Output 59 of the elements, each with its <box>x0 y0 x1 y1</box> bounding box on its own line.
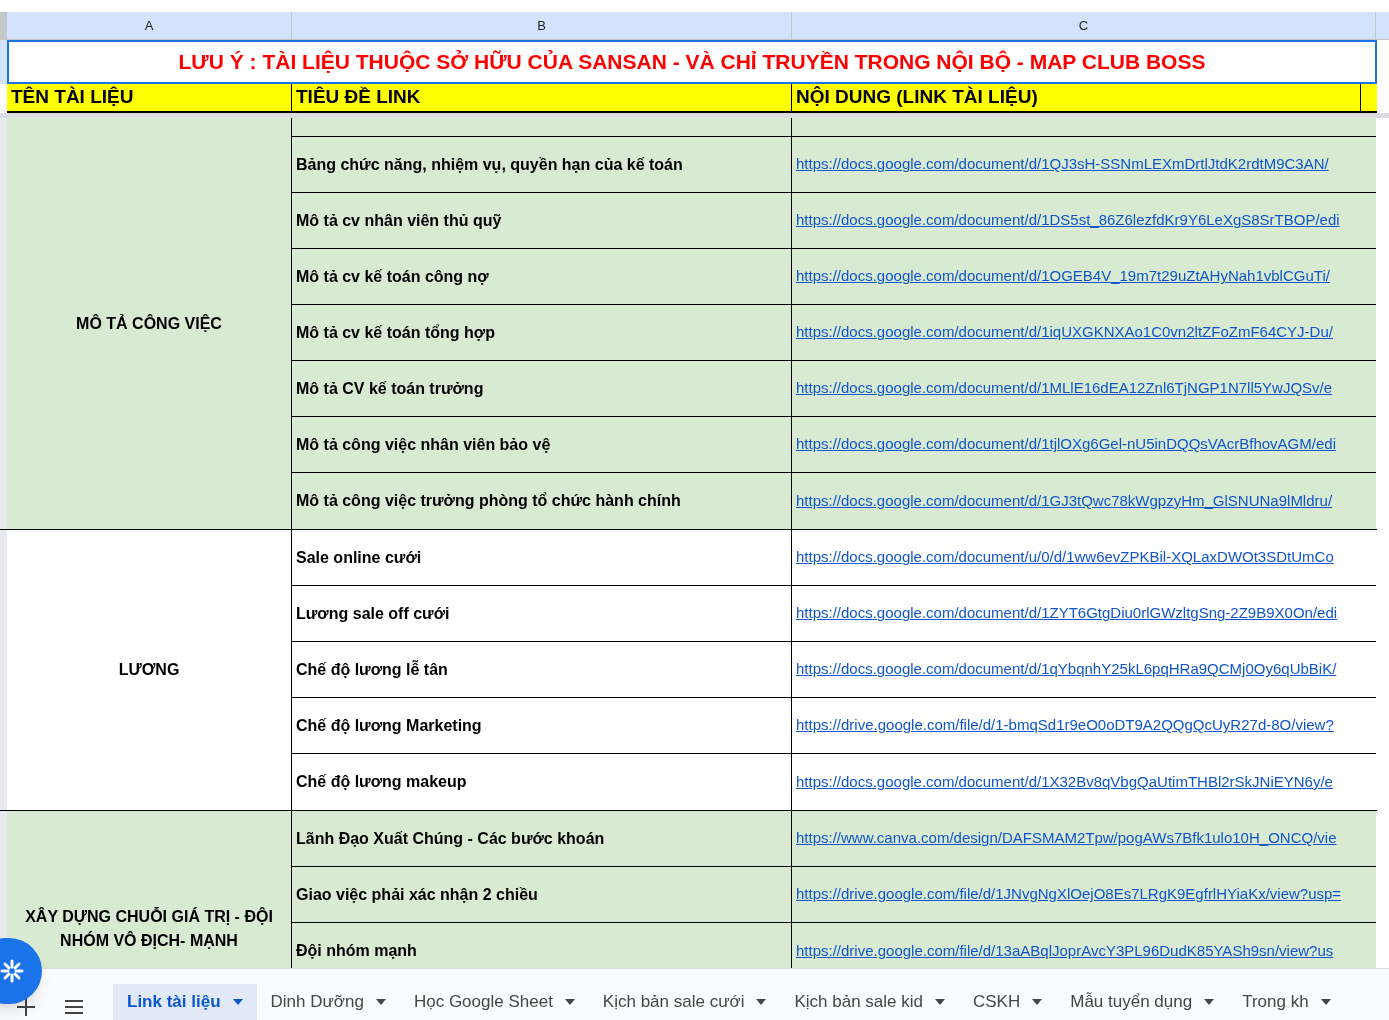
table-header: TÊN TÀI LIỆU <box>7 84 292 111</box>
document-title: Chế độ lương makeup <box>296 772 467 792</box>
dropdown-caret-icon <box>232 999 243 1005</box>
document-link[interactable]: https://drive.google.com/file/d/1JNvgNgXlOejO8Es7LRgK9EgfrlHYiaKx/view?usp= <box>796 883 1342 906</box>
dropdown-caret-icon <box>1032 999 1043 1005</box>
dropdown-caret-icon <box>1320 999 1331 1005</box>
document-link[interactable]: https://docs.google.com/document/d/1OGEB4V_19m7t29uZtAHyNah1vblCGuTi/ <box>796 265 1330 288</box>
dropdown-caret-icon <box>1204 999 1215 1005</box>
document-title: Mô tả công việc trưởng phòng tổ chức hành chính <box>296 491 681 511</box>
document-link[interactable]: https://docs.google.com/document/d/1GJ3tQwc78kWgpzyHm_GlSNUNa9lMldru/ <box>796 489 1333 513</box>
document-title: Mô tả công việc nhân viên bảo vệ <box>296 434 551 455</box>
document-link[interactable]: https://docs.google.com/document/d/1X32Bv8qVbgQaUtimTHBl2rSkJNiEYN6y/e <box>796 770 1333 794</box>
column-header[interactable]: A <box>144 15 154 36</box>
menu-icon[interactable] <box>65 1000 83 1014</box>
document-title: Sale online cưới <box>296 547 422 568</box>
add-sheet-icon[interactable] <box>17 998 35 1016</box>
sheet-tab[interactable]: Kịch bản sale kid <box>780 984 959 1020</box>
document-link[interactable]: https://drive.google.com/file/d/13aABqlJoprAvcY3PL96DudK85YASh9sn/view?us <box>796 939 1334 963</box>
document-title: Mô tả cv nhân viên thủ quỹ <box>296 210 502 231</box>
document-title: Mô tả CV kế toán trưởng <box>296 378 484 399</box>
document-link[interactable]: https://docs.google.com/document/d/1tjlOXg6Gel-nU5inDQQsVAcrBfhovAGM/edi <box>796 433 1336 456</box>
dropdown-caret-icon <box>564 999 575 1005</box>
category-label: XÂY DỰNG CHUỖI GIÁ TRỊ - ĐỘI NHÓM VÔ ĐỊCH- MẠNH <box>24 906 274 951</box>
document-link[interactable]: https://docs.google.com/document/d/1QJ3sH-SSNmLEXmDrtlJtdK2rdtM9C3AN/ <box>796 153 1329 176</box>
document-title: Chế độ lương Marketing <box>296 715 482 736</box>
document-link[interactable]: https://docs.google.com/document/d/1qYbqnhY25kL6pqHRa9QCMj0Oy6qUbBiK/ <box>796 658 1337 681</box>
sheet-tab[interactable]: CSKH <box>959 984 1057 1020</box>
document-link[interactable]: https://www.canva.com/design/DAFSMAM2Tpw/pogAWs7Bfk1ulo10H_ONCQ/vie <box>796 827 1337 850</box>
sheet-tab[interactable]: Kịch bản sale cưới <box>588 984 781 1020</box>
dropdown-caret-icon <box>935 999 945 1005</box>
dropdown-caret-icon <box>375 999 386 1005</box>
document-title: Mô tả cv kế toán công nợ <box>296 266 489 287</box>
dropdown-caret-icon <box>756 999 767 1005</box>
sheet-tab[interactable]: Dinh Dưỡng <box>256 984 400 1020</box>
table-header: TIÊU ĐỀ LINK <box>292 84 792 111</box>
document-link[interactable]: https://docs.google.com/document/d/1DS5st_86Z6lezfdKr9Y6LeXgS8SrTBOP/edi <box>796 209 1340 232</box>
document-title: Lãnh Đạo Xuất Chúng - Các bước khoán <box>296 828 605 849</box>
document-title: Chế độ lương lễ tân <box>296 659 448 680</box>
sheet-tab[interactable]: Link tài liệu <box>113 984 257 1020</box>
notice-banner: LƯU Ý : TÀI LIỆU THUỘC SỞ HỮU CỦA SANSAN - VÀ CHỈ TRUYỀN TRONG NỘI BỘ - MAP CLUB BOSS <box>7 40 1377 84</box>
document-link[interactable]: https://docs.google.com/document/d/1MLlE16dEA12Znl6TjNGP1N7ll5YwJQSv/e <box>796 377 1333 400</box>
document-link[interactable]: https://docs.google.com/document/d/1ZYT6GtgDiu0rlGWzltgSng-2Z9B9X0On/edi <box>796 602 1338 625</box>
sheet-tab[interactable]: Học Google Sheet <box>399 984 589 1020</box>
table-header: NỘI DUNG (LINK TÀI LIỆU) <box>792 84 1361 111</box>
document-link[interactable]: https://docs.google.com/document/u/0/d/1ww6evZPKBil-XQLaxDWOt3SDtUmCo <box>796 546 1334 569</box>
sheet-tab[interactable]: Trong kh <box>1228 984 1345 1020</box>
document-title: Đội nhóm mạnh <box>296 941 417 961</box>
sheet-tab[interactable]: Mẫu tuyển dụng <box>1056 984 1229 1020</box>
document-title: Bảng chức năng, nhiệm vụ, quyền hạn của kế toán <box>296 154 683 175</box>
document-link[interactable]: https://drive.google.com/file/d/1-bmqSd1r9eO0oDT9A2QQgQcUyR27d-8O/view? <box>796 714 1334 737</box>
document-link[interactable]: https://docs.google.com/document/d/1iqUXGKNXAo1C0vn2ltZFoZmF64CYJ-Du/ <box>796 321 1333 344</box>
document-title: Giao việc phải xác nhận 2 chiều <box>296 884 538 905</box>
document-title: Mô tả cv kế toán tổng hợp <box>296 322 495 343</box>
category-label: LƯƠNG <box>118 660 180 680</box>
asterisk-icon <box>0 959 24 983</box>
category-label: MÔ TẢ CÔNG VIỆC <box>76 313 222 334</box>
column-header[interactable]: B <box>537 15 546 36</box>
column-header[interactable]: C <box>1078 15 1089 36</box>
document-title: Lương sale off cưới <box>296 603 450 624</box>
